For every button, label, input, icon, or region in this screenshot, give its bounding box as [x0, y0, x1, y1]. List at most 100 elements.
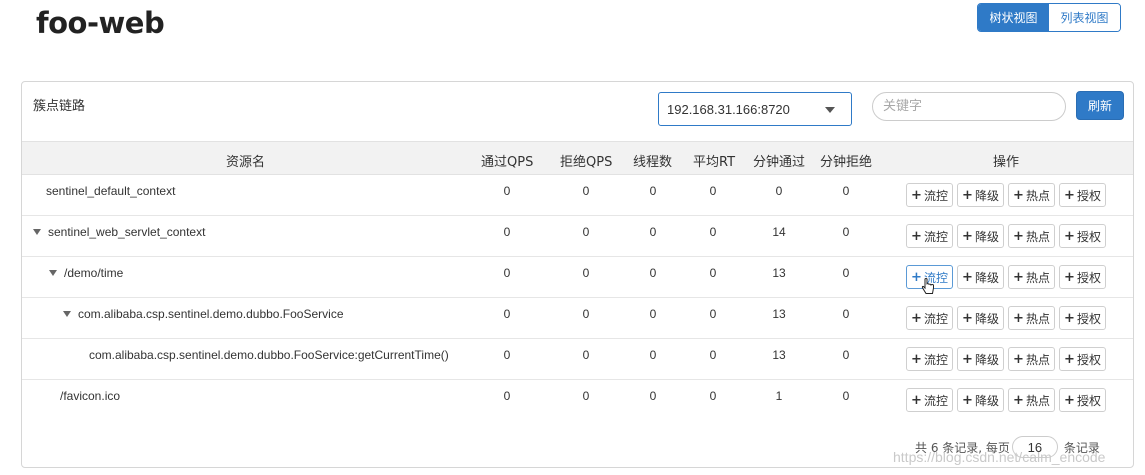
- plus-icon: +: [911, 392, 922, 408]
- flow-control-button-label: 流控: [923, 352, 948, 367]
- flow-control-button[interactable]: + 流控: [906, 224, 953, 248]
- hot-param-button[interactable]: + 热点: [1008, 306, 1055, 330]
- table-row: com.alibaba.csp.sentinel.demo.dubbo.FooS…: [22, 298, 1133, 339]
- plus-icon: +: [1013, 228, 1024, 244]
- refresh-button[interactable]: 刷新: [1076, 91, 1124, 120]
- resource-name: /demo/time: [49, 266, 123, 280]
- row-actions: + 流控 + 降级 + 热点 + 授权: [906, 347, 1106, 371]
- plus-icon: +: [1013, 351, 1024, 367]
- resource-name: com.alibaba.csp.sentinel.demo.dubbo.FooS…: [89, 348, 449, 362]
- degrade-button-label: 降级: [974, 352, 999, 367]
- row-actions: + 流控 + 降级 + 热点 + 授权: [906, 183, 1106, 207]
- plus-icon: +: [911, 187, 922, 203]
- cell-block-qps: 0: [582, 307, 590, 321]
- authority-button[interactable]: + 授权: [1059, 388, 1106, 412]
- hot-param-button-label: 热点: [1025, 270, 1050, 285]
- degrade-button-label: 降级: [974, 311, 999, 326]
- hot-param-button-label: 热点: [1025, 311, 1050, 326]
- table-row: /demo/time 0 0 0 0 13 0 + 流控 + 降级 + 热点 + 授权: [22, 257, 1133, 298]
- table-row: com.alibaba.csp.sentinel.demo.dubbo.FooS…: [22, 339, 1133, 380]
- panel-title: 簇点链路: [33, 99, 86, 114]
- authority-button[interactable]: + 授权: [1059, 306, 1106, 330]
- degrade-button[interactable]: + 降级: [957, 265, 1004, 289]
- cell-min-pass: 13: [772, 307, 786, 321]
- authority-button[interactable]: + 授权: [1059, 265, 1106, 289]
- flow-control-button-label: 流控: [923, 311, 948, 326]
- plus-icon: +: [962, 269, 973, 285]
- tree-view-button[interactable]: 树状视图: [978, 4, 1049, 31]
- tree-expand-icon[interactable]: [49, 270, 57, 276]
- tree-expand-icon[interactable]: [33, 229, 41, 235]
- flow-control-button[interactable]: + 流控: [906, 347, 953, 371]
- cell-block-qps: 0: [582, 348, 590, 362]
- plus-icon: +: [1064, 269, 1075, 285]
- authority-button[interactable]: + 授权: [1059, 183, 1106, 207]
- plus-icon: +: [962, 228, 973, 244]
- app-title: foo-web: [36, 6, 165, 40]
- authority-button[interactable]: + 授权: [1059, 347, 1106, 371]
- cell-pass-qps: 0: [503, 348, 511, 362]
- list-view-button[interactable]: 列表视图: [1049, 4, 1120, 31]
- hot-param-button[interactable]: + 热点: [1008, 347, 1055, 371]
- degrade-button[interactable]: + 降级: [957, 388, 1004, 412]
- machine-select[interactable]: 192.168.31.166:8720: [658, 92, 852, 126]
- row-actions: + 流控 + 降级 + 热点 + 授权: [906, 306, 1106, 330]
- resource-name: /favicon.ico: [60, 389, 120, 403]
- cell-block-qps: 0: [582, 389, 590, 403]
- hot-param-button[interactable]: + 热点: [1008, 224, 1055, 248]
- cell-threads: 0: [649, 225, 657, 239]
- plus-icon: +: [911, 228, 922, 244]
- cell-min-block: 0: [842, 348, 850, 362]
- table-row: sentinel_default_context 0 0 0 0 0 0 + 流控 + 降级 + 热点 +…: [22, 175, 1133, 216]
- flow-control-button[interactable]: + 流控: [906, 388, 953, 412]
- cell-pass-qps: 0: [503, 266, 511, 280]
- search-input[interactable]: [872, 92, 1066, 121]
- degrade-button[interactable]: + 降级: [957, 347, 1004, 371]
- cell-pass-qps: 0: [503, 225, 511, 239]
- cell-avg-rt: 0: [709, 389, 717, 403]
- authority-button[interactable]: + 授权: [1059, 224, 1106, 248]
- tree-expand-icon[interactable]: [63, 311, 71, 317]
- column-header-minute-pass: 分钟通过: [753, 155, 806, 170]
- flow-control-button-label: 流控: [923, 188, 948, 203]
- resource-name-label: sentinel_default_context: [46, 184, 176, 198]
- hot-param-button[interactable]: + 热点: [1008, 183, 1055, 207]
- machine-select-value: 192.168.31.166:8720: [667, 101, 790, 117]
- flow-control-button[interactable]: + 流控: [906, 183, 953, 207]
- cell-min-pass: 13: [772, 266, 786, 280]
- table-body: sentinel_default_context 0 0 0 0 0 0 + 流控 + 降级 + 热点 +…: [22, 175, 1133, 421]
- authority-button-label: 授权: [1076, 352, 1101, 367]
- cell-avg-rt: 0: [709, 184, 717, 198]
- cell-block-qps: 0: [582, 225, 590, 239]
- table-row: /favicon.ico 0 0 0 0 1 0 + 流控 + 降级 + 热点 + 授权: [22, 380, 1133, 421]
- plus-icon: +: [1013, 269, 1024, 285]
- flow-control-button[interactable]: + 流控: [906, 306, 953, 330]
- degrade-button[interactable]: + 降级: [957, 224, 1004, 248]
- degrade-button[interactable]: + 降级: [957, 183, 1004, 207]
- column-header-operations: 操作: [993, 155, 1020, 170]
- plus-icon: +: [1064, 392, 1075, 408]
- hot-param-button-label: 热点: [1025, 393, 1050, 408]
- plus-icon: +: [1013, 392, 1024, 408]
- hot-param-button[interactable]: + 热点: [1008, 265, 1055, 289]
- hot-param-button[interactable]: + 热点: [1008, 388, 1055, 412]
- cell-avg-rt: 0: [709, 348, 717, 362]
- degrade-button[interactable]: + 降级: [957, 306, 1004, 330]
- column-header-minute-block: 分钟拒绝: [820, 155, 873, 170]
- cell-min-block: 0: [842, 225, 850, 239]
- plus-icon: +: [1064, 351, 1075, 367]
- resource-name-label: com.alibaba.csp.sentinel.demo.dubbo.FooS…: [78, 307, 344, 321]
- cell-block-qps: 0: [582, 266, 590, 280]
- plus-icon: +: [962, 392, 973, 408]
- resource-name-label: sentinel_web_servlet_context: [48, 225, 206, 239]
- cell-avg-rt: 0: [709, 266, 717, 280]
- degrade-button-label: 降级: [974, 270, 999, 285]
- view-toggle: 树状视图 列表视图: [977, 3, 1121, 32]
- plus-icon: +: [962, 187, 973, 203]
- chevron-down-icon: [825, 107, 835, 113]
- flow-control-button[interactable]: + 流控: [906, 265, 953, 294]
- cell-threads: 0: [649, 348, 657, 362]
- degrade-button-label: 降级: [974, 229, 999, 244]
- resource-name-label: com.alibaba.csp.sentinel.demo.dubbo.FooS…: [89, 348, 449, 362]
- column-header-block-qps: 拒绝QPS: [560, 155, 613, 170]
